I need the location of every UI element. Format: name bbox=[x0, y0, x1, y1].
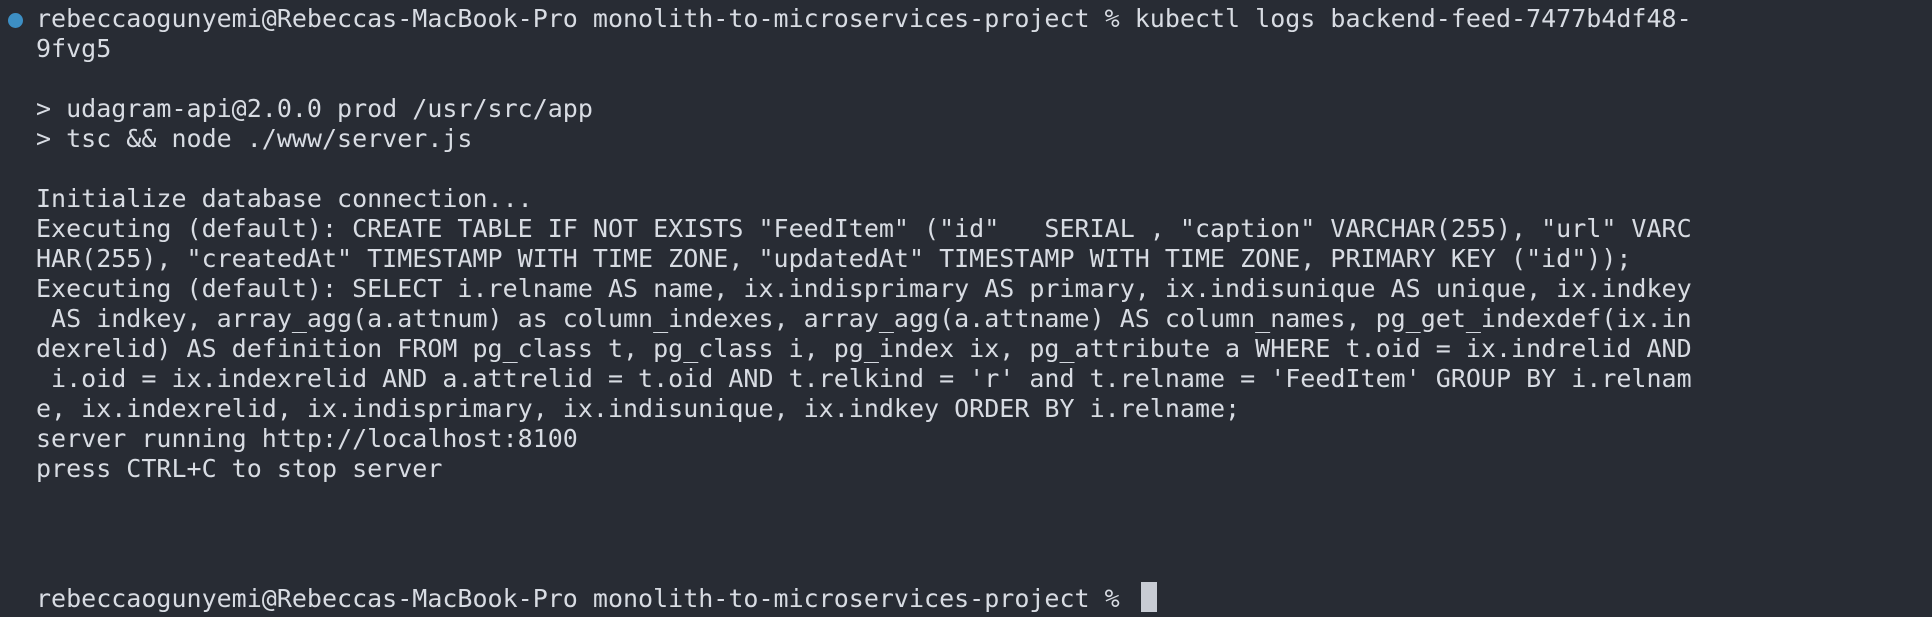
prompt-text: rebeccaogunyemi@Rebeccas-MacBook-Pro mon… bbox=[36, 584, 1135, 613]
command-line-wrap: 9fvg5 bbox=[36, 34, 112, 63]
command-line: rebeccaogunyemi@Rebeccas-MacBook-Pro mon… bbox=[36, 4, 1692, 33]
prompt-line[interactable]: rebeccaogunyemi@Rebeccas-MacBook-Pro mon… bbox=[36, 580, 1157, 617]
text-cursor bbox=[1140, 582, 1157, 612]
output-line: > tsc && node ./www/server.js bbox=[36, 124, 473, 153]
terminal-window[interactable]: rebeccaogunyemi@Rebeccas-MacBook-Pro mon… bbox=[0, 0, 1932, 613]
output-line: press CTRL+C to stop server bbox=[36, 454, 443, 483]
prompt-status-dot-icon bbox=[8, 13, 23, 28]
